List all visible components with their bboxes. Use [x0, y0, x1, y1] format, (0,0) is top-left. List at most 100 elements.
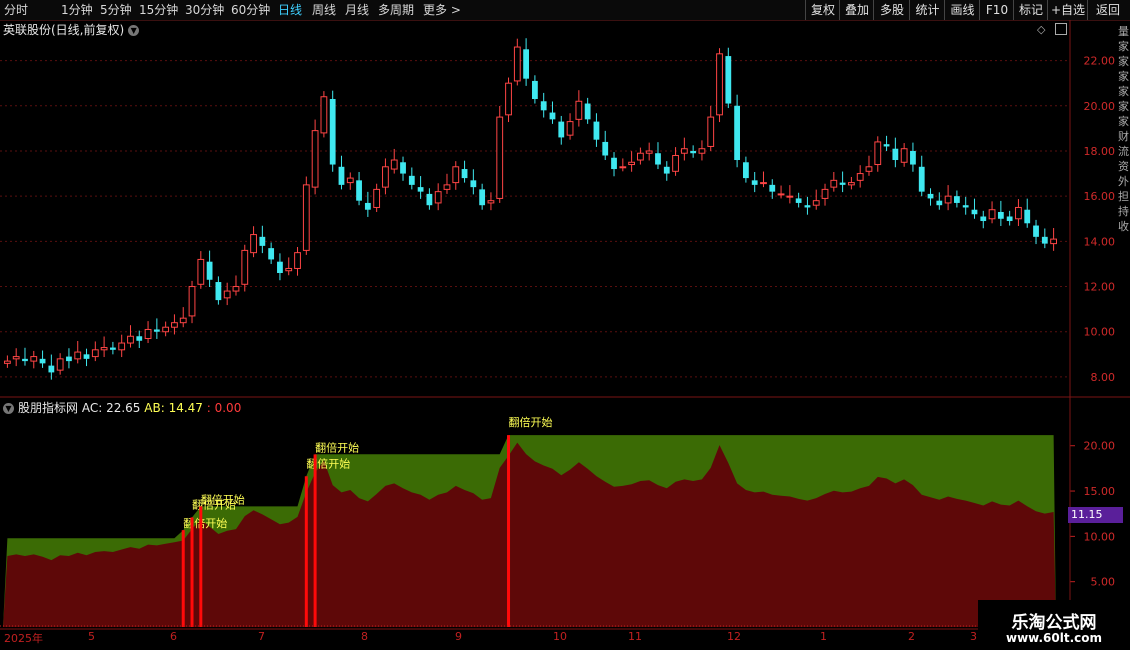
- candle-body: [786, 195, 794, 198]
- price-axis: 22.00 20.00 18.00 16.00 14.00 12.00 10.00 8.00: [1084, 55, 1116, 384]
- candle-body: [602, 141, 609, 156]
- indicator-title-area: ▼ 股朋指标网 AC: 22.65 AB: 14.47 : 0.00: [3, 399, 241, 416]
- price-grid: [0, 60, 1070, 378]
- candle-body: [523, 49, 529, 79]
- candle-body: [487, 200, 495, 204]
- indicator-ab-value: AB: 14.47: [144, 401, 203, 415]
- date-label: 10: [553, 630, 567, 643]
- candle-body: [179, 317, 187, 324]
- candle-body: [127, 335, 134, 344]
- date-label: 2025年: [4, 632, 43, 645]
- candle-body: [971, 209, 978, 215]
- candle-body: [892, 148, 899, 161]
- date-label: 7: [258, 630, 265, 643]
- candle-body: [232, 286, 240, 292]
- candle-body: [390, 159, 398, 170]
- candle-body: [329, 99, 336, 165]
- candle-body: [373, 188, 381, 208]
- candle-body: [954, 196, 960, 203]
- candle-body: [364, 202, 371, 210]
- candle-body: [400, 162, 406, 174]
- date-label: 5: [88, 630, 95, 643]
- chevron-down-icon[interactable]: ▼: [128, 25, 140, 36]
- candle-body: [690, 150, 697, 154]
- price-tick-label: 14.00: [1084, 235, 1116, 248]
- chevron-down-icon[interactable]: ▼: [3, 403, 14, 414]
- candle-body: [716, 53, 723, 116]
- candle-body: [619, 166, 627, 169]
- candle-body: [1006, 216, 1013, 222]
- candle-body: [777, 193, 785, 196]
- candle-body: [30, 356, 38, 362]
- candle-body: [936, 200, 943, 206]
- candle-body: [593, 121, 600, 140]
- candle-body: [346, 177, 354, 184]
- candle-body: [452, 166, 460, 184]
- candle-body: [144, 328, 152, 340]
- candle-body: [356, 180, 362, 201]
- candle-body: [338, 166, 345, 185]
- candle-body: [628, 161, 635, 166]
- candle-body: [118, 342, 126, 351]
- chart-title: 英联股份(日线,前复权): [3, 23, 125, 37]
- window-toggle-icon[interactable]: [1055, 23, 1067, 35]
- price-tick-label: 18.00: [1084, 145, 1116, 158]
- candle-body: [918, 166, 925, 192]
- candle-body: [382, 166, 389, 188]
- candle-body: [461, 169, 468, 179]
- candle-body: [426, 193, 433, 206]
- candle-body: [136, 336, 143, 341]
- candle-body: [769, 184, 776, 192]
- candle-body: [434, 191, 442, 204]
- right-edge-column: 量家家家家家家财流资外担持收: [1118, 25, 1129, 233]
- candle-body: [188, 286, 196, 317]
- candle-body: [1050, 238, 1058, 245]
- candle-body: [285, 267, 293, 272]
- candle-body: [883, 144, 890, 147]
- indicator-layer: 翻倍开始翻倍开始翻倍开始翻倍开始翻倍开始翻倍开始: [0, 415, 1070, 627]
- candlestick-series: [4, 38, 1058, 380]
- price-tick-label: 8.00: [1091, 371, 1116, 384]
- candle-body: [549, 112, 556, 120]
- candle-body: [645, 150, 653, 154]
- date-label: 11: [628, 630, 642, 643]
- candle-body: [663, 166, 670, 174]
- candle-body: [1015, 206, 1022, 220]
- candle-body: [962, 205, 969, 208]
- candle-body: [311, 130, 319, 188]
- indicator-ac-value: AC: 22.65: [81, 401, 141, 415]
- date-label: 3: [970, 630, 977, 643]
- candle-body: [74, 351, 82, 360]
- candle-body: [830, 179, 838, 188]
- signal-label: 翻倍开始: [306, 456, 350, 470]
- watermark-url: www.60lt.com: [1005, 631, 1103, 645]
- candle-body: [1041, 236, 1048, 244]
- date-label: 9: [455, 630, 462, 643]
- candle-body: [698, 148, 706, 154]
- candle-body: [259, 236, 266, 246]
- candle-body: [153, 329, 160, 332]
- diamond-icon[interactable]: ◇: [1037, 23, 1045, 36]
- candle-body: [839, 182, 846, 185]
- candle-body: [110, 347, 116, 350]
- date-label: 12: [727, 630, 741, 643]
- candle-body: [988, 209, 996, 220]
- candle-body: [848, 182, 855, 186]
- candle-body: [505, 82, 512, 116]
- candle-body: [1024, 209, 1031, 224]
- candle-body: [479, 189, 486, 206]
- candle-body: [48, 365, 55, 373]
- indicator-tick-label: 15.00: [1084, 485, 1116, 498]
- candle-body: [56, 358, 64, 371]
- signal-label: 翻倍开始: [183, 516, 227, 530]
- indicator-tick-label: 5.00: [1091, 576, 1116, 589]
- candle-body: [734, 105, 740, 161]
- candle-body: [302, 184, 310, 251]
- candle-body: [751, 180, 758, 185]
- candle-body: [760, 182, 767, 185]
- candle-body: [611, 157, 617, 170]
- price-tick-label: 16.00: [1084, 190, 1116, 203]
- candle-body: [100, 347, 108, 351]
- date-axis: 2025年 5 6 7 8 9 10 11 12 1 2 3: [0, 630, 978, 650]
- candle-body: [39, 358, 46, 364]
